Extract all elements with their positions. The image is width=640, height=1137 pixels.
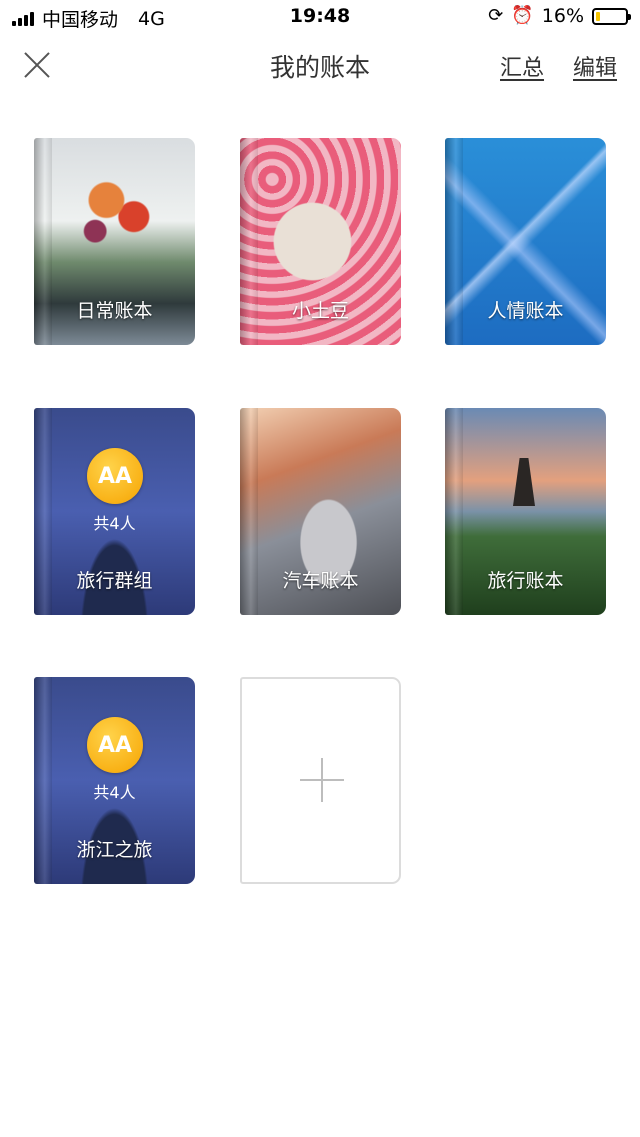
battery-fill bbox=[596, 11, 601, 21]
book-label: 浙江之旅 bbox=[76, 839, 153, 861]
alarm-icon: ⏰ bbox=[511, 5, 534, 26]
nav-bar: 我的账本 汇总 编辑 bbox=[0, 34, 640, 98]
book-label: 日常账本 bbox=[76, 300, 153, 322]
book-travel-group[interactable]: AA 共4人 旅行群组 bbox=[34, 408, 195, 615]
book-travel[interactable]: 旅行账本 bbox=[445, 408, 606, 615]
plus-icon bbox=[300, 758, 344, 802]
battery-percent: 16% bbox=[541, 5, 584, 27]
book-label: 旅行账本 bbox=[487, 570, 564, 592]
edit-button[interactable]: 编辑 bbox=[573, 50, 617, 82]
aa-badge-icon: AA bbox=[87, 717, 143, 773]
book-gifts[interactable]: 人情账本 bbox=[445, 138, 606, 345]
windmill-icon bbox=[513, 458, 535, 506]
member-count: 共4人 bbox=[93, 514, 136, 533]
book-daily[interactable]: 日常账本 bbox=[34, 138, 195, 345]
add-book-button[interactable] bbox=[240, 677, 401, 884]
status-right: ⟳ ⏰ 16% bbox=[488, 5, 631, 27]
battery-icon bbox=[592, 7, 631, 25]
status-bar: 中国移动 4G 19:48 ⟳ ⏰ 16% bbox=[0, 0, 640, 34]
book-label: 汽车账本 bbox=[282, 570, 359, 592]
book-potato[interactable]: 小土豆 bbox=[240, 138, 401, 345]
book-car[interactable]: 汽车账本 bbox=[240, 408, 401, 615]
summary-button[interactable]: 汇总 bbox=[500, 50, 544, 82]
book-label: 旅行群组 bbox=[76, 570, 153, 592]
book-zhejiang-trip[interactable]: AA 共4人 浙江之旅 bbox=[34, 677, 195, 884]
book-label: 小土豆 bbox=[291, 300, 349, 322]
member-count: 共4人 bbox=[93, 783, 136, 802]
aa-badge-icon: AA bbox=[87, 448, 143, 504]
book-label: 人情账本 bbox=[487, 300, 564, 322]
rotation-lock-icon: ⟳ bbox=[488, 5, 504, 26]
